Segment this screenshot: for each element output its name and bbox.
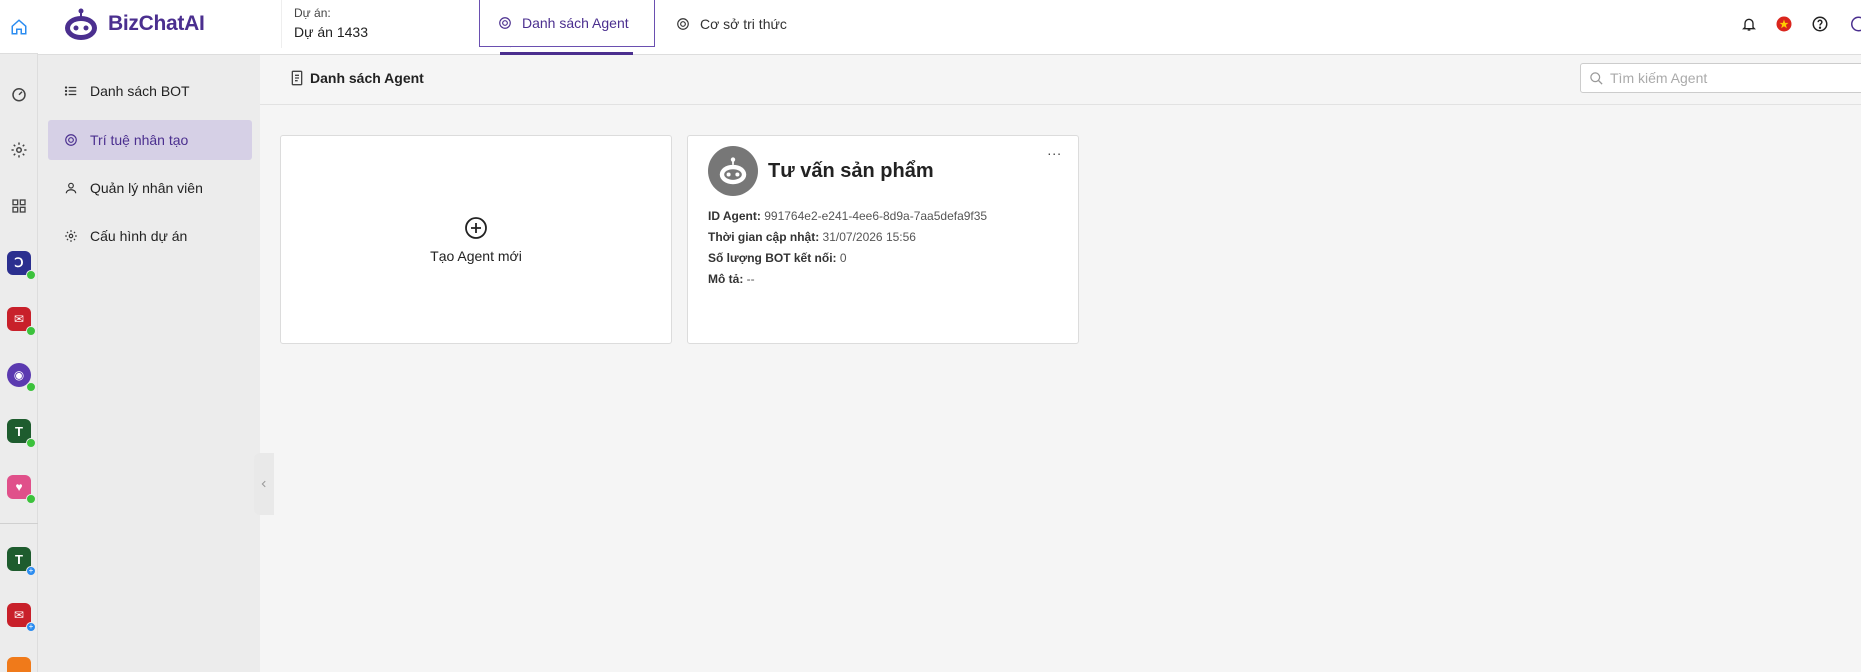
app-icon: Ↄ xyxy=(7,251,36,280)
dashboard-icon xyxy=(12,88,26,102)
user-icon xyxy=(65,182,77,194)
app-icon: ✉ + xyxy=(7,603,36,632)
chevron-left-icon xyxy=(261,480,266,488)
sidebar-item-staff[interactable]: Quản lý nhân viên xyxy=(48,168,252,208)
create-agent-card[interactable]: Tạo Agent mới xyxy=(280,135,672,344)
user-icon[interactable] xyxy=(1847,15,1861,33)
agent-info: ID Agent: 991764e2-e241-4ee6-8d9a-7aa5de… xyxy=(708,206,1058,290)
search-box[interactable] xyxy=(1580,63,1861,93)
rail-app-5[interactable]: ♥ xyxy=(2,470,36,504)
tab-knowledge-base[interactable]: Cơ sở tri thức xyxy=(658,0,805,47)
robot-logo-icon xyxy=(65,8,97,40)
rail-app-8[interactable] xyxy=(2,652,36,672)
agent-description-row: Mô tả: -- xyxy=(708,272,755,286)
rail-app-4[interactable]: T xyxy=(2,414,36,448)
app-icon xyxy=(7,657,31,672)
page-title-text: Danh sách Agent xyxy=(310,70,424,86)
app-rail: Ↄ ✉ ◉ T ♥ T + ✉ + xyxy=(0,0,38,672)
agent-avatar xyxy=(708,146,758,196)
rail-app-1[interactable]: Ↄ xyxy=(2,246,36,280)
rail-app-2[interactable]: ✉ xyxy=(2,302,36,336)
sidebar-item-bot-list[interactable]: Danh sách BOT xyxy=(48,71,252,111)
openai-icon xyxy=(677,17,689,30)
content-header: Danh sách Agent xyxy=(260,55,1861,105)
rail-app-3[interactable]: ◉ xyxy=(2,358,36,392)
home-icon xyxy=(11,18,27,34)
brand-name: BizChatAI xyxy=(108,12,205,35)
app-icon: T xyxy=(7,419,36,448)
agent-bot-count-row: Số lượng BOT kết nối: 0 xyxy=(708,251,847,265)
top-right-actions xyxy=(1741,10,1861,38)
settings-button[interactable] xyxy=(2,133,36,167)
sidebar: Danh sách BOT Trí tuệ nhân tạo Quản lý n… xyxy=(38,55,260,672)
tab-label: Cơ sở tri thức xyxy=(700,15,787,32)
dashboard-button[interactable] xyxy=(2,77,36,111)
vietnam-flag-icon[interactable] xyxy=(1775,15,1793,33)
tab-agent-list[interactable]: Danh sách Agent xyxy=(479,0,655,47)
app-icon: T + xyxy=(7,547,36,576)
project-label: Dự án: xyxy=(294,6,331,20)
apps-grid-button[interactable] xyxy=(2,189,36,223)
brand-logo[interactable]: BizChatAI xyxy=(62,4,205,44)
search-icon xyxy=(1590,71,1603,85)
sidebar-item-label: Trí tuệ nhân tạo xyxy=(90,132,189,148)
page-title: Danh sách Agent xyxy=(290,70,424,86)
list-icon xyxy=(64,86,77,96)
sidebar-item-project-config[interactable]: Cấu hình dự án xyxy=(48,216,252,256)
tab-label: Danh sách Agent xyxy=(522,15,629,31)
app-icon: ◉ xyxy=(7,363,36,392)
rail-divider xyxy=(0,523,38,524)
create-agent-label: Tạo Agent mới xyxy=(430,247,522,264)
sidebar-item-label: Danh sách BOT xyxy=(90,83,190,99)
app-icon: ♥ xyxy=(7,475,36,504)
robot-icon xyxy=(719,157,747,185)
grid-icon xyxy=(12,199,26,213)
document-icon xyxy=(291,70,303,86)
sidebar-item-ai[interactable]: Trí tuệ nhân tạo xyxy=(48,120,252,160)
openai-icon xyxy=(499,17,511,29)
project-selector[interactable]: Dự án: Dự án 1433 xyxy=(281,0,511,48)
settings-icon xyxy=(11,142,27,158)
project-name: Dự án 1433 xyxy=(294,24,368,40)
agent-name: Tư vấn sản phẩm xyxy=(768,159,934,182)
agent-id-row: ID Agent: 991764e2-e241-4ee6-8d9a-7aa5de… xyxy=(708,209,988,223)
search-input[interactable] xyxy=(1610,70,1850,86)
help-icon[interactable] xyxy=(1811,15,1829,33)
plus-circle-icon xyxy=(465,216,487,239)
agent-header: Tư vấn sản phẩm xyxy=(708,146,1058,196)
sidebar-item-label: Quản lý nhân viên xyxy=(90,180,203,196)
sidebar-collapse-toggle[interactable] xyxy=(254,453,274,515)
more-options-button[interactable]: ... xyxy=(1047,142,1062,158)
app-icon: ✉ xyxy=(7,307,36,336)
gear-icon xyxy=(65,230,77,242)
agent-card[interactable]: ... Tư vấn sản phẩm ID Agent: 991764e2-e… xyxy=(687,135,1079,344)
agent-updated-row: Thời gian cập nhật: 31/07/2026 15:56 xyxy=(708,230,916,244)
rail-app-7[interactable]: ✉ + xyxy=(2,598,36,632)
rail-app-6[interactable]: T + xyxy=(2,542,36,576)
sidebar-item-label: Cấu hình dự án xyxy=(90,228,188,244)
top-bar: BizChatAI Dự án: Dự án 1433 Danh sách Ag… xyxy=(38,0,1861,55)
openai-icon xyxy=(65,134,77,146)
bell-icon[interactable] xyxy=(1741,16,1757,32)
home-button[interactable] xyxy=(0,0,38,54)
